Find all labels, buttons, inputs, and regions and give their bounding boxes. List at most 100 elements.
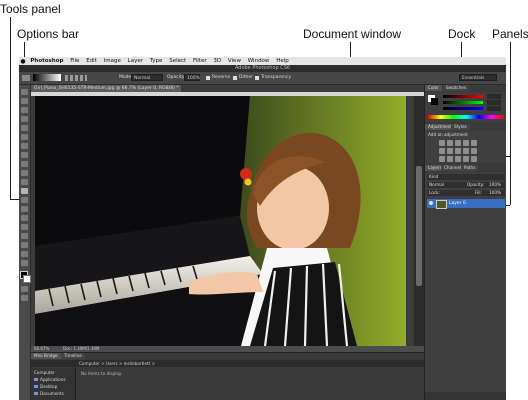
hand-tool-icon[interactable] — [21, 251, 28, 257]
zoom-tool-icon[interactable] — [21, 260, 28, 266]
curves-icon[interactable] — [455, 140, 461, 146]
menu-window[interactable]: Window — [244, 58, 272, 64]
background-color-swatch[interactable] — [23, 275, 31, 283]
exposure-icon[interactable] — [463, 140, 469, 146]
move-tool-icon[interactable] — [21, 89, 28, 95]
folder-applications[interactable]: Applications — [40, 377, 66, 382]
hue-saturation-icon[interactable] — [439, 148, 445, 154]
layer-row[interactable]: Layer 0 — [427, 199, 505, 209]
gradient-tool-icon[interactable] — [22, 75, 30, 81]
menu-select[interactable]: Select — [166, 58, 190, 64]
tab-swatches[interactable]: Swatches — [443, 85, 470, 91]
brightness-contrast-icon[interactable] — [439, 140, 445, 146]
black-white-icon[interactable] — [455, 148, 461, 154]
blue-value-field[interactable] — [487, 106, 501, 111]
quick-select-tool-icon[interactable] — [21, 116, 28, 122]
brush-tool-icon[interactable] — [21, 152, 28, 158]
menu-filter[interactable]: Filter — [190, 58, 210, 64]
blend-mode-select[interactable]: Normal — [429, 182, 444, 188]
quick-mask-icon[interactable] — [21, 286, 28, 292]
color-balance-icon[interactable] — [447, 148, 453, 154]
transparency-checkbox[interactable] — [255, 76, 259, 80]
tab-color[interactable]: Color — [425, 85, 442, 91]
mode-select[interactable]: Normal — [131, 74, 163, 81]
type-tool-icon[interactable] — [21, 224, 28, 230]
tab-mini-bridge[interactable]: Mini Bridge — [31, 353, 61, 359]
shape-tool-icon[interactable] — [21, 242, 28, 248]
gradient-map-icon[interactable] — [463, 156, 469, 162]
dither-checkbox[interactable] — [233, 76, 237, 80]
posterize-icon[interactable] — [447, 156, 453, 162]
mini-bridge-path[interactable]: Computer > Users > lesliebartlett > — [79, 361, 155, 366]
background-swatch[interactable] — [431, 98, 438, 105]
scrollbar-thumb[interactable] — [416, 166, 422, 286]
empty-message: No items to display. — [81, 371, 123, 376]
apple-icon[interactable]: ● — [19, 58, 27, 65]
vibrance-icon[interactable] — [471, 140, 477, 146]
marquee-tool-icon[interactable] — [21, 98, 28, 104]
folder-desktop[interactable]: Desktop — [40, 384, 57, 389]
threshold-icon[interactable] — [455, 156, 461, 162]
red-slider[interactable] — [443, 95, 483, 98]
menu-help[interactable]: Help — [273, 58, 292, 64]
clone-stamp-tool-icon[interactable] — [21, 161, 28, 167]
menu-3d[interactable]: 3D — [210, 58, 225, 64]
leader-line-panels — [510, 42, 511, 205]
blur-tool-icon[interactable] — [21, 197, 28, 203]
screen-mode-icon[interactable] — [21, 295, 28, 301]
eye-icon[interactable] — [429, 201, 433, 205]
levels-icon[interactable] — [447, 140, 453, 146]
color-spectrum-ramp[interactable] — [428, 115, 504, 119]
menu-file[interactable]: File — [67, 58, 83, 64]
opacity-label: Opacity: — [167, 75, 186, 80]
red-value-field[interactable] — [487, 94, 501, 99]
fill-label: Fill: — [475, 190, 483, 195]
green-value-field[interactable] — [487, 100, 501, 105]
eraser-tool-icon[interactable] — [21, 179, 28, 185]
blue-slider[interactable] — [443, 107, 483, 110]
menu-view[interactable]: View — [225, 58, 245, 64]
document-tab[interactable]: Girl_Piano_SH0135-STR-Medium.jpg @ 66.7%… — [31, 85, 181, 92]
healing-brush-tool-icon[interactable] — [21, 143, 28, 149]
photo-filter-icon[interactable] — [463, 148, 469, 154]
tab-paths[interactable]: Paths — [461, 165, 479, 171]
path-selection-tool-icon[interactable] — [21, 233, 28, 239]
fill-value[interactable]: 100% — [489, 190, 501, 196]
workspace-switcher[interactable]: Essentials — [459, 74, 497, 81]
kind-select[interactable]: Kind — [429, 174, 438, 180]
green-slider[interactable] — [443, 101, 483, 104]
layer-filter-row: Kind — [427, 174, 505, 180]
gradient-tool-icon[interactable] — [21, 188, 28, 194]
history-brush-tool-icon[interactable] — [21, 170, 28, 176]
menu-type[interactable]: Type — [146, 58, 165, 64]
gradient-style-icons[interactable] — [65, 75, 87, 81]
add-adjustment-label: Add an adjustment — [428, 132, 468, 137]
callout-dock: Dock — [448, 27, 476, 41]
menu-edit[interactable]: Edit — [83, 58, 100, 64]
invert-icon[interactable] — [439, 156, 445, 162]
folder-documents[interactable]: Documents — [40, 391, 64, 396]
opacity-input[interactable]: 100% — [184, 74, 200, 81]
crop-tool-icon[interactable] — [21, 125, 28, 131]
dodge-tool-icon[interactable] — [21, 206, 28, 212]
reverse-checkbox[interactable] — [206, 76, 210, 80]
callout-panels: Panels — [492, 27, 528, 41]
lasso-tool-icon[interactable] — [21, 107, 28, 113]
gradient-picker[interactable] — [33, 74, 61, 81]
layer-thumbnail — [436, 200, 447, 209]
tab-timeline[interactable]: Timeline — [61, 353, 85, 359]
tab-styles[interactable]: Styles — [451, 124, 470, 130]
pen-tool-icon[interactable] — [21, 215, 28, 221]
menu-layer[interactable]: Layer — [124, 58, 146, 64]
channel-mixer-icon[interactable] — [471, 148, 477, 154]
selective-color-icon[interactable] — [471, 156, 477, 162]
layer-opacity-label: Opacity: — [467, 182, 485, 187]
menu-image[interactable]: Image — [100, 58, 124, 64]
menu-photoshop[interactable]: Photoshop — [27, 58, 67, 64]
layer-opacity-value[interactable]: 100% — [489, 182, 501, 188]
layers-panel: Kind Normal Opacity: 100% Lock: Fill: 10… — [425, 172, 506, 400]
document-canvas[interactable] — [35, 96, 406, 346]
eyedropper-tool-icon[interactable] — [21, 134, 28, 140]
vertical-scrollbar[interactable] — [414, 96, 424, 346]
layer-name[interactable]: Layer 0 — [449, 199, 466, 208]
